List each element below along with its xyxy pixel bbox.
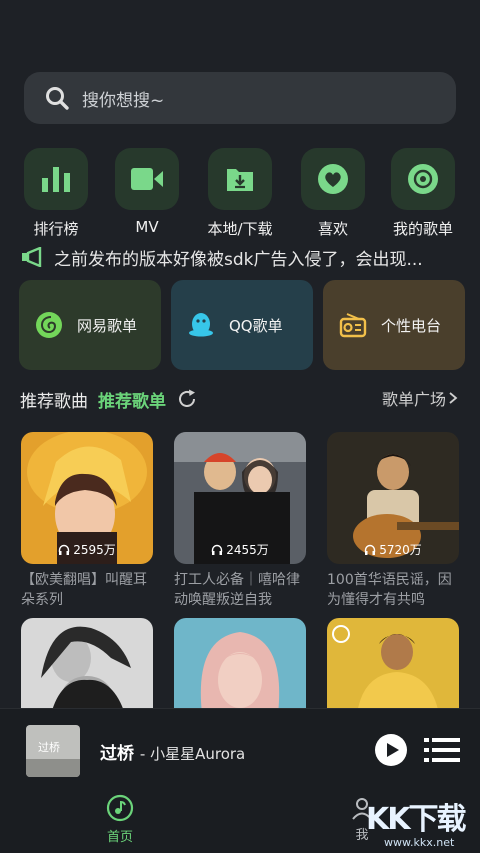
play-count-value: 2455万: [226, 543, 269, 557]
playlist-cover: 5720万: [327, 432, 459, 564]
megaphone-icon: [22, 247, 42, 267]
card-radio-label: 个性电台: [381, 316, 442, 335]
folder-download-icon: [227, 169, 253, 191]
quick-item-likes[interactable]: 喜欢: [288, 148, 378, 239]
chevron-right-icon: [449, 392, 458, 404]
heart-icon: [318, 164, 348, 194]
quick-item-mv[interactable]: MV: [102, 148, 192, 236]
nav-home-label: 首页: [106, 830, 133, 845]
video-camera-icon: [131, 168, 163, 190]
quick-label-mv: MV: [135, 218, 159, 236]
quick-label-local: 本地/下载: [207, 220, 273, 238]
qq-penguin-icon: [189, 313, 213, 337]
search-icon: [46, 87, 69, 110]
album-art-text: 过桥: [38, 741, 60, 754]
play-count: 2455万: [174, 541, 306, 558]
playlist-cover[interactable]: [21, 618, 153, 714]
notice-text: 之前发布的版本好像被sdk广告入侵了，会出现...: [54, 249, 423, 270]
netease-music-icon: [36, 312, 62, 338]
playlist-card[interactable]: 5720万 100首华语民谣，因为懂得才有共鸣: [327, 432, 459, 610]
album-art: 过桥: [26, 725, 80, 777]
section-header: 推荐歌曲 推荐歌单 歌单广场: [20, 386, 460, 412]
card-netease-label: 网易歌单: [77, 316, 138, 335]
tab-recommended-songs[interactable]: 推荐歌曲: [20, 387, 88, 412]
playlist-card[interactable]: 2455万 打工人必备｜嘻哈律动唤醒叛逆自我: [174, 432, 306, 610]
song-artist: 小星星Aurora: [150, 745, 246, 763]
playlist-cover: 2595万: [21, 432, 153, 564]
quick-item-charts[interactable]: 排行榜: [11, 148, 101, 239]
watermark-text: KK下载: [366, 802, 466, 837]
playlist-title: 打工人必备｜嘻哈律动唤醒叛逆自我: [174, 572, 300, 608]
playlist-queue-icon[interactable]: [424, 735, 460, 765]
play-button-icon[interactable]: [374, 733, 408, 767]
play-count-value: 2595万: [73, 543, 116, 557]
refresh-icon[interactable]: [176, 388, 198, 410]
play-count: 5720万: [327, 541, 459, 558]
card-qq-label: QQ歌单: [229, 316, 283, 335]
search-placeholder: 搜你想搜~: [82, 90, 165, 111]
disc-icon: [408, 164, 438, 194]
headphones-icon: [59, 544, 70, 555]
playlist-title: 【欧美翻唱】叫醒耳朵系列: [21, 572, 147, 608]
now-playing-info: 过桥 - 小星星Aurora: [100, 744, 246, 764]
playlist-cover[interactable]: [327, 618, 459, 714]
playlist-plaza-link[interactable]: 歌单广场: [382, 386, 460, 410]
quick-label-my-playlists: 我的歌单: [392, 220, 453, 238]
nav-home[interactable]: 首页: [100, 794, 140, 845]
card-radio[interactable]: 个性电台: [323, 280, 465, 370]
play-count-value: 5720万: [379, 543, 422, 557]
card-netease[interactable]: 网易歌单: [19, 280, 161, 370]
song-title: 过桥: [100, 744, 134, 764]
quick-item-my-playlists[interactable]: 我的歌单: [378, 148, 468, 239]
headphones-icon: [212, 544, 223, 555]
tab-recommended-playlists[interactable]: 推荐歌单: [98, 387, 166, 412]
playlist-title: 100首华语民谣，因为懂得才有共鸣: [327, 572, 452, 608]
headphones-icon: [365, 544, 376, 555]
play-count: 2595万: [21, 541, 153, 558]
quick-label-charts: 排行榜: [33, 220, 79, 238]
notice-bar[interactable]: 之前发布的版本好像被sdk广告入侵了，会出现...: [20, 244, 460, 270]
watermark: KK下载 www.kkx.net: [358, 788, 480, 853]
playlist-card[interactable]: 2595万 【欧美翻唱】叫醒耳朵系列: [21, 432, 153, 610]
music-disc-icon: [106, 794, 134, 822]
playlist-cover: 2455万: [174, 432, 306, 564]
radio-icon: [339, 313, 367, 338]
playlist-cover[interactable]: [174, 618, 306, 714]
bar-chart-icon: [42, 167, 70, 192]
watermark-url: www.kkx.net: [384, 836, 455, 849]
card-qq[interactable]: QQ歌单: [171, 280, 313, 370]
quick-item-local[interactable]: 本地/下载: [195, 148, 285, 239]
quick-label-likes: 喜欢: [317, 220, 348, 238]
search-bar[interactable]: 搜你想搜~: [24, 72, 456, 124]
playlist-plaza-label: 歌单广场: [381, 390, 446, 409]
